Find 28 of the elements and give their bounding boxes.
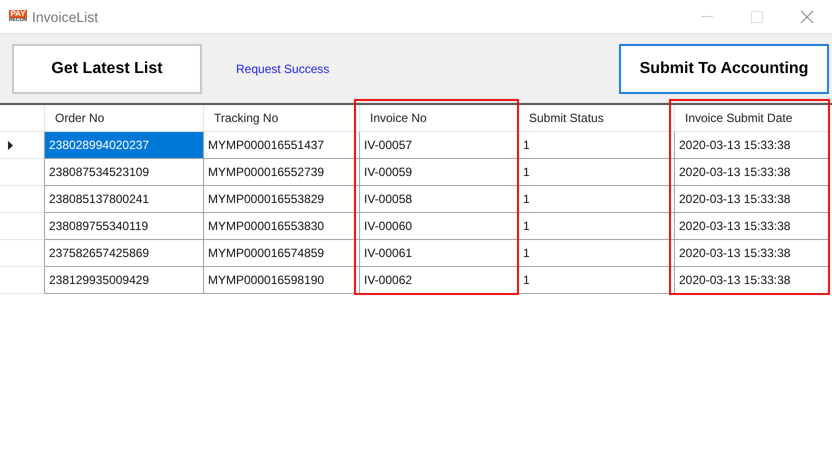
- table-cell: MYMP000016598190: [204, 267, 360, 294]
- table-cell: 1: [519, 240, 675, 267]
- table-cell: 238089755340119: [45, 213, 204, 240]
- column-header[interactable]: Submit Status: [519, 105, 675, 132]
- get-latest-list-button[interactable]: Get Latest List: [12, 44, 202, 94]
- table-cell: MYMP000016552739: [204, 159, 360, 186]
- column-header[interactable]: Tracking No: [204, 105, 360, 132]
- table-cell: 1: [519, 213, 675, 240]
- table-cell: MYMP000016551437: [204, 132, 360, 159]
- table-cell: 1: [519, 159, 675, 186]
- maximize-icon: [751, 10, 763, 22]
- status-text: Request Success: [236, 62, 330, 76]
- minimize-icon: [701, 16, 713, 18]
- table-cell: 1: [519, 132, 675, 159]
- table-cell: 238085137800241: [45, 186, 204, 213]
- column-header[interactable]: Order No: [45, 105, 204, 132]
- table-cell: 238028994020237: [45, 132, 204, 159]
- table-cell: MYMP000016553830: [204, 213, 360, 240]
- table-cell: 1: [519, 267, 675, 294]
- window-title: InvoiceList: [32, 8, 98, 24]
- close-icon: [800, 10, 814, 24]
- table-cell: 238129935009429: [45, 267, 204, 294]
- table-cell: 237582657425869: [45, 240, 204, 267]
- table-cell: MYMP000016574859: [204, 240, 360, 267]
- table-cell: 1: [519, 186, 675, 213]
- submit-to-accounting-button[interactable]: Submit To Accounting: [619, 44, 829, 94]
- table-cell: 238087534523109: [45, 159, 204, 186]
- table-cell: MYMP000016553829: [204, 186, 360, 213]
